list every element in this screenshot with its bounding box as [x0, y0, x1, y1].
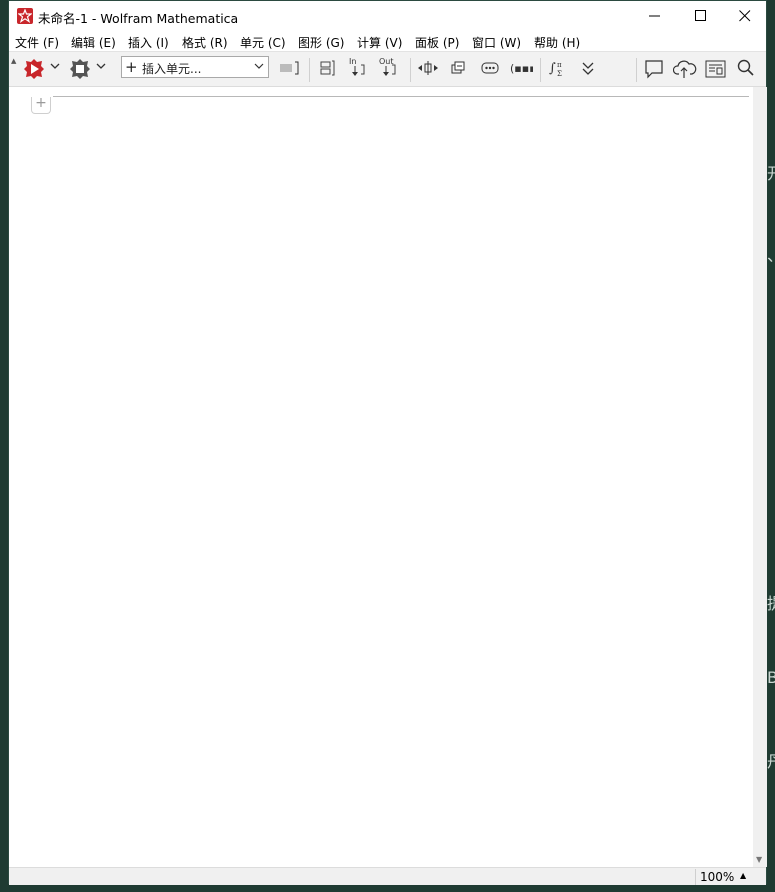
close-icon — [739, 10, 751, 22]
mathematica-window: 未命名-1 - Wolfram Mathematica 文件 (F) 编辑 (E… — [8, 0, 767, 885]
in-icon: In — [349, 57, 365, 76]
toolbar-separator — [410, 58, 411, 82]
chevron-down-icon — [50, 63, 60, 69]
zoom-level: 100% — [700, 870, 735, 884]
cell-bracket-button[interactable] — [279, 60, 301, 82]
kernel-button[interactable] — [69, 58, 91, 80]
evaluate-button[interactable] — [23, 58, 45, 80]
edit-button[interactable] — [449, 58, 467, 80]
background-text: 开 — [767, 160, 775, 184]
notebook-icon — [705, 60, 726, 78]
zoom-up-icon[interactable]: ▲ — [740, 871, 746, 880]
menu-file[interactable]: 文件 (F) — [15, 34, 59, 51]
background-text: B — [767, 668, 775, 687]
maximize-icon — [695, 10, 706, 21]
svg-text:(▪▪▪): (▪▪▪) — [510, 62, 533, 75]
cloud-upload-button[interactable] — [673, 58, 697, 80]
kernel-icon — [70, 59, 90, 79]
chevron-down-icon — [96, 63, 106, 69]
mathematica-app-icon[interactable] — [17, 8, 33, 24]
cell-bracket-icon — [280, 61, 299, 75]
background-text: 提 — [767, 590, 775, 614]
window-title: 未命名-1 - Wolfram Mathematica — [38, 11, 239, 26]
ellipsis-icon: (▪▪▪) — [510, 62, 533, 75]
more-button[interactable] — [480, 58, 500, 80]
out-icon: Out — [379, 57, 396, 76]
menu-evaluation[interactable]: 计算 (V) — [357, 34, 402, 51]
drag-button[interactable] — [417, 58, 439, 80]
close-button[interactable] — [722, 1, 768, 31]
evaluate-menu-button[interactable] — [50, 61, 60, 83]
edit-icon — [451, 61, 465, 74]
toolbar-separator — [636, 58, 637, 82]
toolbar-separator — [309, 58, 310, 82]
svg-text:Out: Out — [379, 57, 394, 66]
ellipsis-button[interactable]: (▪▪▪) — [509, 58, 533, 80]
toolbar: ▲ + 插入单元... In Out (▪▪▪ ∫ π Σ — [9, 51, 766, 87]
menu-insert[interactable]: 插入 (I) — [128, 34, 169, 51]
formula-button[interactable]: ∫ π Σ — [547, 58, 569, 80]
toolbar-separator — [540, 58, 541, 82]
cell-insertion-plus-icon[interactable]: + — [31, 96, 51, 114]
expand-button[interactable] — [579, 58, 597, 80]
menu-help[interactable]: 帮助 (H) — [534, 34, 580, 51]
formula-icon: ∫ π Σ — [549, 61, 562, 78]
menu-edit[interactable]: 编辑 (E) — [71, 34, 116, 51]
background-text: 丹 — [767, 748, 775, 772]
menu-format[interactable]: 格式 (R) — [182, 34, 228, 51]
kernel-menu-button[interactable] — [96, 61, 106, 83]
menu-bar: 文件 (F) 编辑 (E) 插入 (I) 格式 (R) 单元 (C) 图形 (G… — [9, 31, 766, 51]
title-bar[interactable]: 未命名-1 - Wolfram Mathematica — [9, 1, 766, 31]
cell-insertion-line[interactable] — [53, 96, 749, 97]
output-cell-button[interactable]: Out — [377, 56, 399, 78]
insert-cell-select[interactable]: + 插入单元... — [121, 56, 269, 78]
menu-cell[interactable]: 单元 (C) — [240, 34, 286, 51]
evaluate-icon — [24, 59, 44, 79]
chevron-down-icon — [254, 63, 264, 69]
minimize-button[interactable] — [632, 1, 678, 31]
menu-window[interactable]: 窗口 (W) — [472, 34, 521, 51]
group-cells-icon — [320, 60, 335, 76]
maximize-button[interactable] — [678, 1, 724, 31]
svg-text:π: π — [557, 61, 562, 69]
group-cells-button[interactable] — [317, 58, 337, 80]
insert-cell-label: 插入单元... — [142, 62, 202, 76]
plus-icon: + — [125, 58, 138, 76]
svg-text:∫: ∫ — [549, 61, 556, 76]
comment-button[interactable] — [643, 58, 665, 80]
scroll-down-icon[interactable]: ▼ — [756, 855, 762, 864]
menu-graphics[interactable]: 图形 (G) — [298, 34, 344, 51]
comment-icon — [645, 60, 663, 79]
menu-palettes[interactable]: 面板 (P) — [415, 34, 459, 51]
notebook-area[interactable]: + — [9, 87, 753, 867]
svg-text:Σ: Σ — [557, 70, 562, 78]
collapse-toolbar-icon[interactable]: ▲ — [11, 57, 16, 65]
search-icon — [737, 59, 754, 76]
svg-text:In: In — [349, 57, 356, 66]
background-text: 、 — [767, 242, 775, 266]
vertical-scrollbar[interactable]: ▼ — [753, 87, 767, 867]
notebook-button[interactable] — [704, 58, 728, 80]
input-cell-button[interactable]: In — [346, 56, 368, 78]
expand-icon — [582, 62, 594, 75]
status-bar: 100% ▲ — [9, 867, 766, 885]
cloud-upload-icon — [673, 60, 697, 78]
search-button[interactable] — [736, 58, 756, 80]
zoom-control[interactable]: 100% ▲ — [695, 869, 756, 885]
drag-icon — [418, 61, 438, 75]
minimize-icon — [649, 15, 660, 17]
more-icon — [481, 62, 499, 74]
